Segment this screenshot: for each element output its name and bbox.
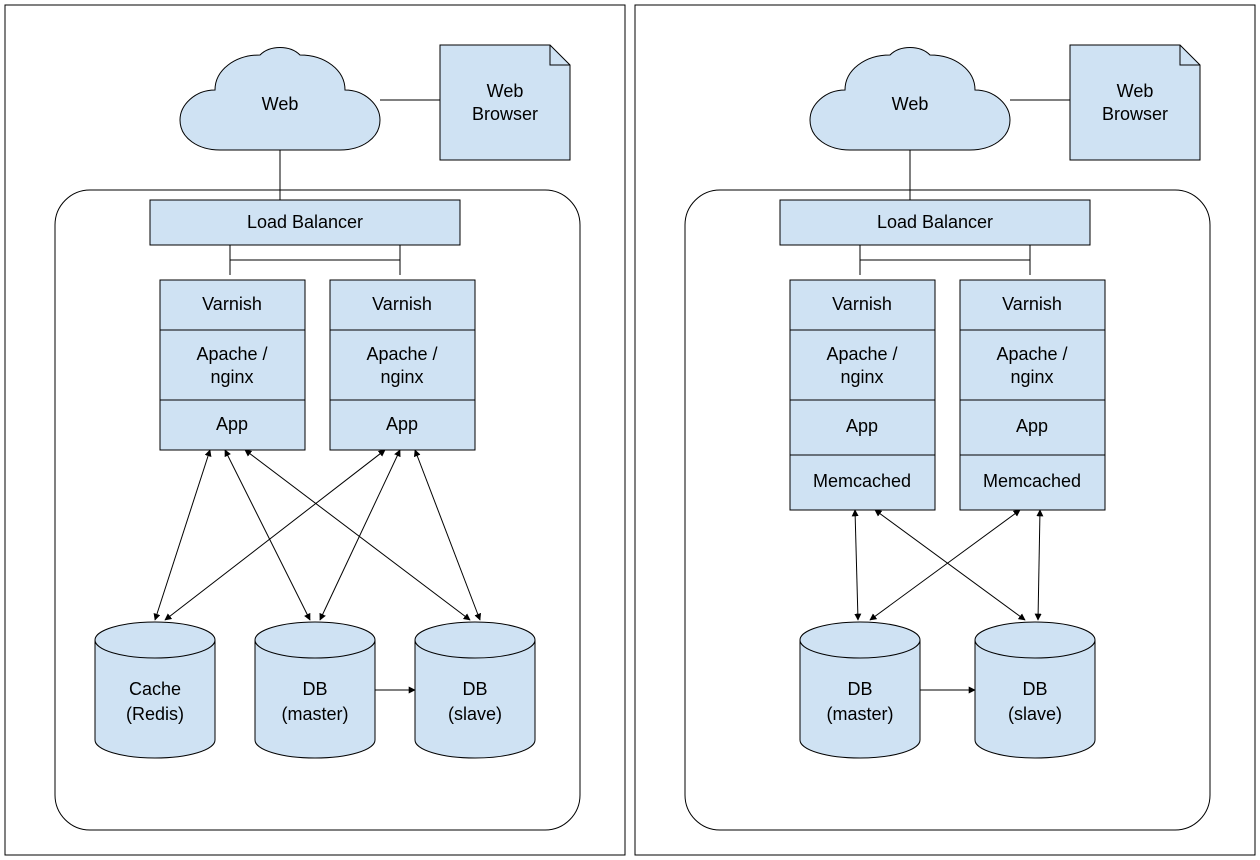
svg-text:(master): (master) bbox=[827, 704, 894, 724]
apache-b bbox=[330, 330, 475, 400]
doc-browser-r: Web Browser bbox=[1070, 45, 1200, 160]
svg-text:DB: DB bbox=[462, 679, 487, 699]
svg-text:DB: DB bbox=[847, 679, 872, 699]
svg-text:Varnish: Varnish bbox=[372, 294, 432, 314]
architecture-diagram: Web Web Browser Load Balancer Varnish Ap… bbox=[0, 0, 1260, 860]
svg-text:Load Balancer: Load Balancer bbox=[877, 212, 993, 232]
svg-text:DB: DB bbox=[1022, 679, 1047, 699]
svg-text:nginx: nginx bbox=[210, 367, 253, 387]
svg-text:Apache /: Apache / bbox=[196, 344, 267, 364]
svg-text:nginx: nginx bbox=[380, 367, 423, 387]
svg-text:Varnish: Varnish bbox=[1002, 294, 1062, 314]
svg-text:(slave): (slave) bbox=[1008, 704, 1062, 724]
svg-text:Apache /: Apache / bbox=[366, 344, 437, 364]
svg-text:Browser: Browser bbox=[1102, 104, 1168, 124]
svg-text:(slave): (slave) bbox=[448, 704, 502, 724]
doc-browser: Web Browser bbox=[440, 45, 570, 160]
cloud-label: Web bbox=[262, 94, 299, 114]
svg-text:Cache: Cache bbox=[129, 679, 181, 699]
apache-a bbox=[160, 330, 305, 400]
doc-label-2: Browser bbox=[472, 104, 538, 124]
cyl-dbmaster: DB (master) bbox=[255, 622, 375, 758]
svg-text:nginx: nginx bbox=[840, 367, 883, 387]
svg-text:(Redis): (Redis) bbox=[126, 704, 184, 724]
svg-text:App: App bbox=[846, 416, 878, 436]
svg-text:nginx: nginx bbox=[1010, 367, 1053, 387]
svg-text:Memcached: Memcached bbox=[983, 471, 1081, 491]
svg-text:Memcached: Memcached bbox=[813, 471, 911, 491]
cyl-dbslave: DB (slave) bbox=[415, 622, 535, 758]
svg-text:Varnish: Varnish bbox=[202, 294, 262, 314]
cyl-dbmaster-r: DB (master) bbox=[800, 622, 920, 758]
cyl-dbslave-r: DB (slave) bbox=[975, 622, 1095, 758]
doc-label-1: Web bbox=[487, 81, 524, 101]
svg-text:Apache /: Apache / bbox=[996, 344, 1067, 364]
svg-text:(master): (master) bbox=[282, 704, 349, 724]
svg-text:App: App bbox=[216, 414, 248, 434]
svg-text:App: App bbox=[1016, 416, 1048, 436]
svg-text:Varnish: Varnish bbox=[832, 294, 892, 314]
group-frame-r bbox=[685, 190, 1210, 830]
svg-text:Web: Web bbox=[892, 94, 929, 114]
lb-label: Load Balancer bbox=[247, 212, 363, 232]
svg-text:DB: DB bbox=[302, 679, 327, 699]
svg-text:Apache /: Apache / bbox=[826, 344, 897, 364]
cyl-cache: Cache (Redis) bbox=[95, 622, 215, 758]
svg-text:Web: Web bbox=[1117, 81, 1154, 101]
svg-text:App: App bbox=[386, 414, 418, 434]
